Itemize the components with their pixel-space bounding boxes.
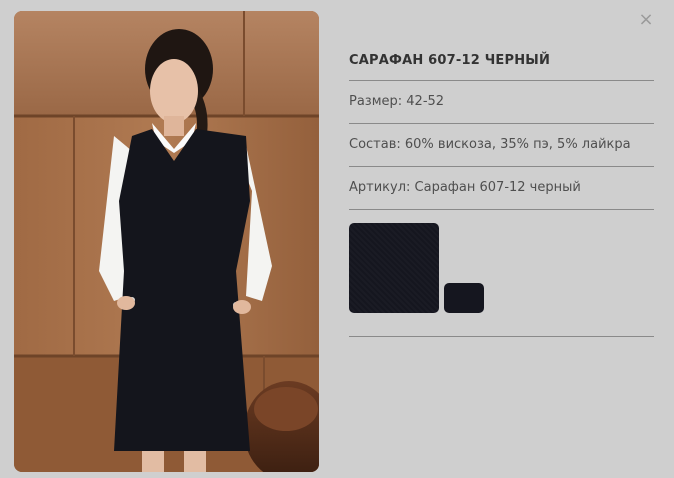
- swatch-list: [349, 209, 654, 336]
- size-line: Размер: 42-52: [349, 80, 654, 123]
- fabric-swatch-small[interactable]: [444, 283, 484, 313]
- article-line: Артикул: Сарафан 607-12 черный: [349, 166, 654, 209]
- composition-line: Состав: 60% вискоза, 35% пэ, 5% лайкра: [349, 123, 654, 166]
- product-title: САРАФАН 607-12 ЧЕРНЫЙ: [349, 53, 551, 68]
- divider: [349, 336, 654, 337]
- product-photo: [14, 11, 319, 472]
- close-icon[interactable]: ×: [637, 11, 655, 29]
- fabric-swatch-large[interactable]: [349, 223, 439, 313]
- product-info: САРАФАН 607-12 ЧЕРНЫЙ Размер: 42-52 Сост…: [349, 38, 654, 337]
